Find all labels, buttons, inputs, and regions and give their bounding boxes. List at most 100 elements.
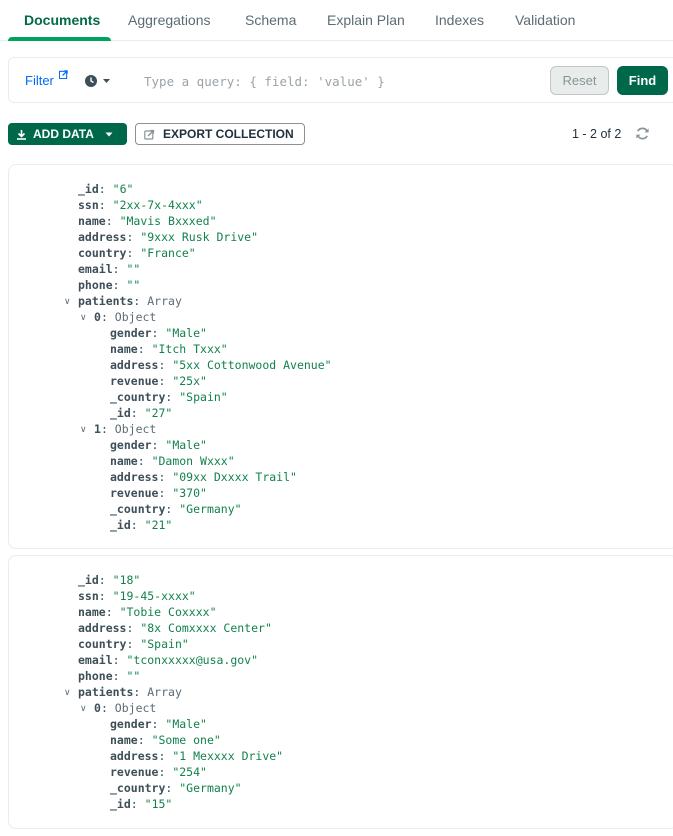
document-field: _country: "Germany" <box>110 780 242 796</box>
field-colon: : <box>158 749 173 763</box>
tab-schema[interactable]: Schema <box>245 12 296 28</box>
find-button[interactable]: Find <box>617 66 668 95</box>
field-colon: : <box>112 669 127 683</box>
chevron-down-icon[interactable]: ∨ <box>80 309 87 325</box>
object-toggle[interactable]: 0: Object <box>94 700 156 716</box>
document-field: country: "Spain" <box>78 636 189 652</box>
tab-documents[interactable]: Documents <box>24 12 100 28</box>
export-collection-button[interactable]: EXPORT COLLECTION <box>135 123 305 145</box>
active-tab-indicator <box>8 37 111 41</box>
field-colon: : <box>98 198 113 212</box>
field-colon: : <box>137 342 152 356</box>
field-value: "19-45-xxxx" <box>112 589 196 603</box>
field-colon: : <box>133 294 148 308</box>
field-colon: : <box>158 358 173 372</box>
field-colon: : <box>100 422 115 436</box>
document-field: gender: "Male" <box>110 325 207 341</box>
document-card[interactable]: _id: "18" ssn: "19-45-xxxx" name: "Tobie C… <box>8 555 673 829</box>
field-type: Object <box>114 422 157 436</box>
document-field: _id: "15" <box>110 796 172 812</box>
field-colon: : <box>137 733 152 747</box>
document-field: address: "09xx Dxxxx Trail" <box>110 469 297 485</box>
document-field: _id: "27" <box>110 405 172 421</box>
field-value: "Spain" <box>179 390 228 404</box>
field-value: "25x" <box>172 374 207 388</box>
field-key: email <box>78 653 113 667</box>
document-field: address: "8x Comxxxx Center" <box>78 620 272 636</box>
document-card[interactable]: _id: "6" ssn: "2xx-7x-4xxx" name: "Mavis B… <box>8 164 673 549</box>
document-field: _country: "Germany" <box>110 501 242 517</box>
query-input[interactable] <box>144 69 534 93</box>
patients-array-toggle[interactable]: patients: Array <box>78 684 182 700</box>
field-value: "5xx Cottonwood Avenue" <box>172 358 332 372</box>
field-colon: : <box>158 470 173 484</box>
field-key: _id <box>110 406 131 420</box>
field-key: _id <box>110 518 131 532</box>
field-colon: : <box>158 486 173 500</box>
reset-button[interactable]: Reset <box>550 66 609 95</box>
field-key: gender <box>110 438 152 452</box>
field-value: "Germany" <box>179 502 242 516</box>
field-key: name <box>78 605 106 619</box>
document-field: address: "1 Mexxxx Drive" <box>110 748 283 764</box>
array-index: 0 <box>94 701 101 715</box>
field-key: ssn <box>78 589 99 603</box>
field-value: "" <box>126 669 141 683</box>
caret-down-icon <box>105 132 113 137</box>
tab-explain-plan[interactable]: Explain Plan <box>327 12 405 28</box>
document-field: ssn: "19-45-xxxx" <box>78 588 196 604</box>
field-value: "Spain" <box>140 637 189 651</box>
field-colon: : <box>151 717 166 731</box>
field-value: "09xx Dxxxx Trail" <box>172 470 297 484</box>
field-key: _country <box>110 390 166 404</box>
field-value: "2xx-7x-4xxx" <box>112 198 203 212</box>
field-key: patients <box>78 685 134 699</box>
field-colon: : <box>98 589 113 603</box>
field-value: "Male" <box>165 326 207 340</box>
chevron-down-icon[interactable]: ∨ <box>64 684 71 700</box>
field-colon: : <box>126 230 141 244</box>
chevron-down-icon[interactable]: ∨ <box>80 700 87 716</box>
array-index: 0 <box>94 310 101 324</box>
query-history-button[interactable] <box>84 73 114 89</box>
field-colon: : <box>98 573 113 587</box>
field-key: address <box>78 621 127 635</box>
field-colon: : <box>112 278 127 292</box>
field-colon: : <box>100 701 115 715</box>
object-toggle[interactable]: 1: Object <box>94 421 156 437</box>
field-key: address <box>110 470 159 484</box>
document-field: name: "Some one" <box>110 732 221 748</box>
pagination-count: 1 - 2 of 2 <box>572 127 622 141</box>
field-colon: : <box>126 637 141 651</box>
field-colon: : <box>137 454 152 468</box>
add-data-button[interactable]: ADD DATA <box>8 123 127 145</box>
object-toggle[interactable]: 0: Object <box>94 309 156 325</box>
field-key: _country <box>110 502 166 516</box>
field-type: Array <box>147 685 182 699</box>
filter-link[interactable]: Filter <box>25 73 54 88</box>
tab-indexes[interactable]: Indexes <box>435 12 484 28</box>
field-value: "Damon Wxxx" <box>151 454 235 468</box>
field-value: "" <box>126 262 141 276</box>
chevron-down-icon[interactable]: ∨ <box>64 293 71 309</box>
refresh-icon[interactable] <box>635 126 650 141</box>
document-field: _id: "21" <box>110 517 172 533</box>
patients-array-toggle[interactable]: patients: Array <box>78 293 182 309</box>
tab-validation[interactable]: Validation <box>515 12 575 28</box>
field-value: "tconxxxxx@usa.gov" <box>126 653 259 667</box>
document-field: revenue: "254" <box>110 764 207 780</box>
field-colon: : <box>126 246 141 260</box>
field-value: "15" <box>144 797 173 811</box>
field-colon: : <box>112 262 127 276</box>
document-field: _id: "18" <box>78 572 140 588</box>
document-field: address: "5xx Cottonwood Avenue" <box>110 357 332 373</box>
field-value: "Mavis Bxxxed" <box>119 214 217 228</box>
document-field: email: "tconxxxxx@usa.gov" <box>78 652 258 668</box>
chevron-down-icon[interactable]: ∨ <box>80 421 87 437</box>
field-value: "Tobie Coxxxx" <box>119 605 217 619</box>
field-colon: : <box>165 781 180 795</box>
field-type: Object <box>114 310 157 324</box>
field-type: Array <box>147 294 182 308</box>
document-field: revenue: "370" <box>110 485 207 501</box>
tab-aggregations[interactable]: Aggregations <box>128 12 211 28</box>
